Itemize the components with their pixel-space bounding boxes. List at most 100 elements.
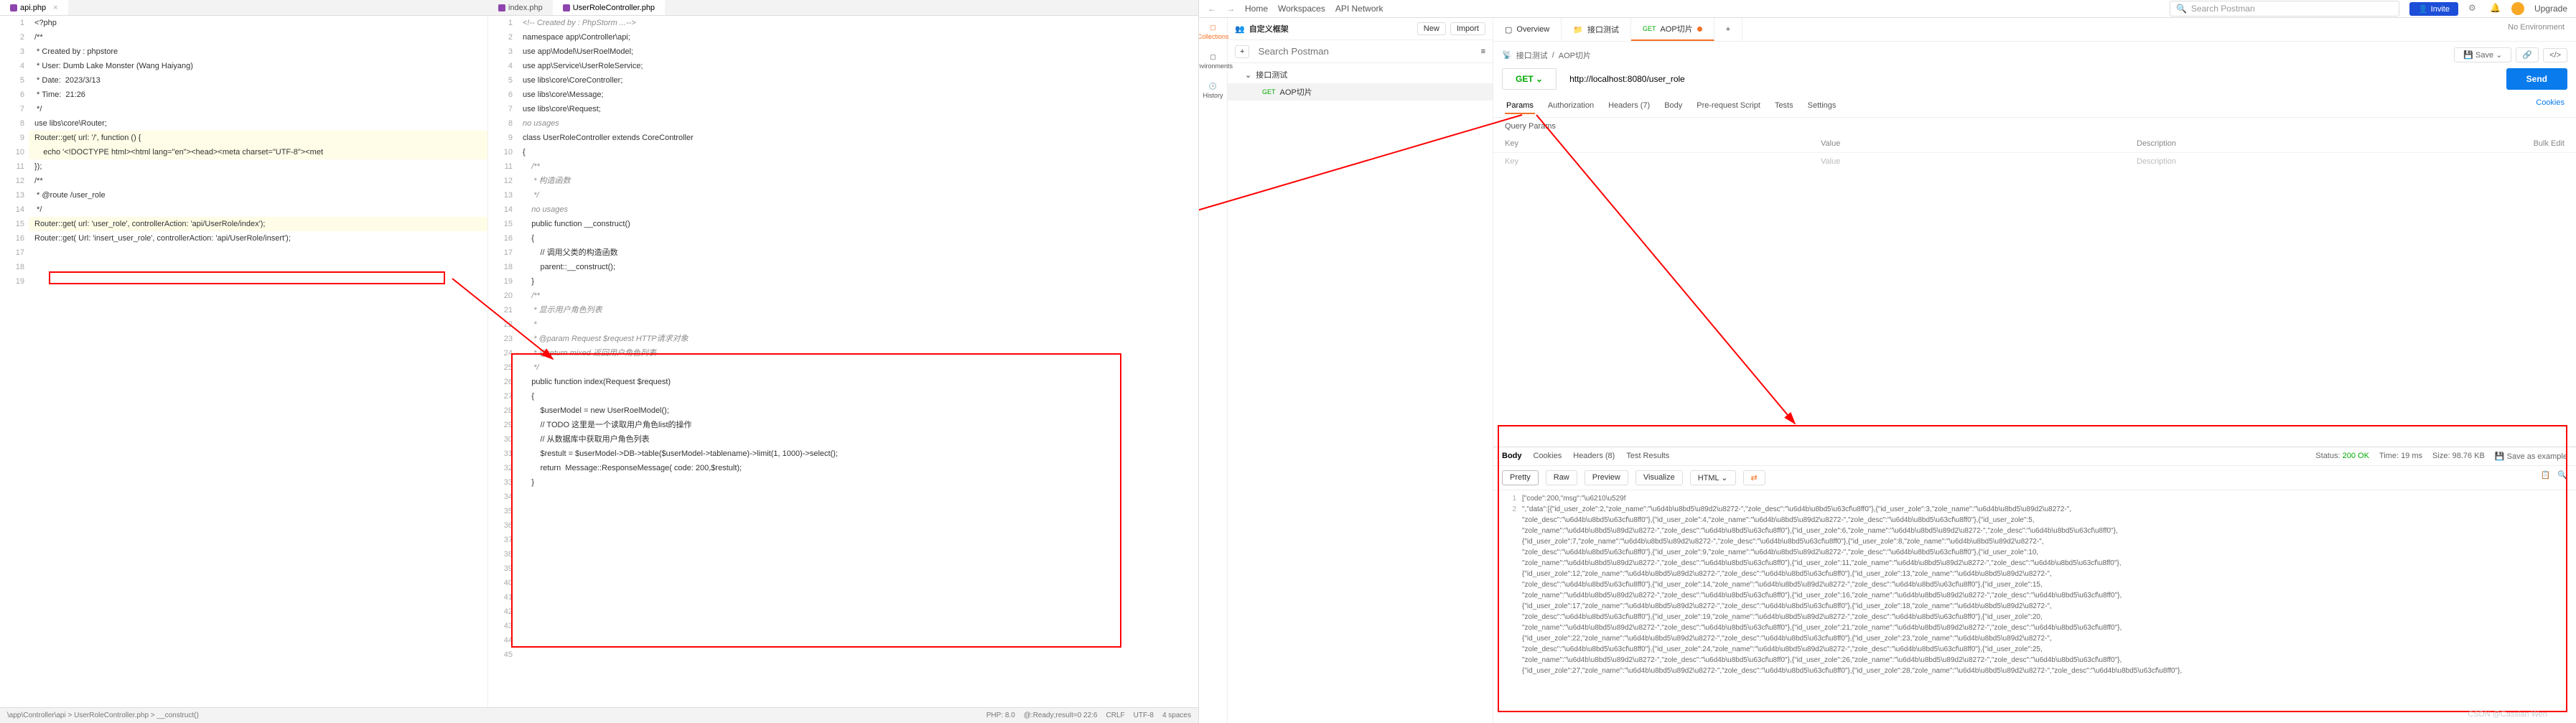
tab-add[interactable]: + [1714,18,1742,41]
search-resp-icon[interactable]: 🔍 [2557,470,2567,485]
save-example-button[interactable]: 💾 Save as example [2495,452,2567,461]
nav-workspaces[interactable]: Workspaces [1278,4,1325,14]
resp-tab-headers[interactable]: Headers (8) [1573,452,1615,460]
postman-topbar: ← → Home Workspaces API Network 🔍Search … [1199,0,2576,18]
status-ready: @:Ready;result=0 22:6 [1024,712,1098,719]
collections-panel: 👥 自定义框架 New Import + ≡ ⌄接口测试 GETAOP切片 [1228,18,1493,723]
postman-sidebar: ▢Collections ▢Environments 🕓History [1199,18,1228,723]
copy-icon[interactable]: 📋 [2541,470,2551,485]
collections-icon: ▢ [1210,24,1216,32]
tab-controller[interactable]: UserRoleController.php [553,0,665,15]
nav-fwd-icon[interactable]: → [1226,4,1235,14]
close-icon[interactable]: × [53,4,57,12]
php-icon [563,4,570,11]
method-select[interactable]: GET ⌄ [1502,68,1557,90]
collection-title[interactable]: 自定义框架 [1249,23,1413,34]
tab-params[interactable]: Params [1505,98,1535,114]
cookies-link[interactable]: Cookies [2536,98,2565,114]
param-key-input[interactable]: Key [1505,157,1821,166]
param-desc-input[interactable]: Description [2137,157,2565,166]
search-icon: 🔍 [2176,4,2187,14]
avatar[interactable] [2511,2,2524,15]
resp-tab-tests[interactable]: Test Results [1626,452,1669,460]
view-preview[interactable]: Preview [1585,470,1628,485]
request-tabs: ▢Overview 📁接口测试 GETAOP切片 + No Environmen… [1493,18,2576,42]
env-icon: ▢ [1210,53,1216,61]
save-button[interactable]: 💾 Save ⌄ [2454,47,2511,62]
share-icon[interactable]: 🔗 [2516,47,2539,62]
tree-request[interactable]: GETAOP切片 [1228,83,1493,101]
method-badge: GET [1262,88,1276,95]
history-icon: 🕓 [1209,83,1217,90]
status-php: PHP: 8.0 [986,712,1015,719]
tab-api-php[interactable]: api.php× [0,0,68,15]
status-bar: \app\Controller\api > UserRoleController… [0,707,1198,723]
method-badge: GET [1643,25,1656,32]
nav-api-network[interactable]: API Network [1335,4,1383,14]
status-badge: Status: 200 OK [2315,452,2369,461]
environment-selector[interactable]: No Environment [2496,18,2576,41]
collection-search[interactable] [1254,45,1476,58]
nav-home[interactable]: Home [1245,4,1268,14]
watermark: CSDN @Cassian Wen [2468,710,2547,719]
bulk-edit-link[interactable]: Bulk Edit [2534,139,2565,148]
chevron-down-icon: ⌄ [1245,70,1251,80]
tab-tests[interactable]: Tests [1773,98,1795,114]
status-enc[interactable]: UTF-8 [1134,712,1154,719]
filter-icon[interactable]: ≡ [1481,47,1485,56]
tab-prereq[interactable]: Pre-request Script [1695,98,1762,114]
resp-tab-cookies[interactable]: Cookies [1534,452,1562,460]
import-button[interactable]: Import [1450,22,1485,35]
sidebar-history[interactable]: 🕓History [1203,83,1223,99]
tab-request-aop[interactable]: GETAOP切片 [1631,18,1714,41]
invite-button[interactable]: 👤Invite [2409,2,2458,16]
tab-body[interactable]: Body [1663,98,1684,114]
tab-settings[interactable]: Settings [1806,98,1838,114]
notifications-icon[interactable]: 🔔 [2490,3,2501,14]
crumb-0[interactable]: 接口测试 [1516,50,1548,61]
resp-size: Size: 98.76 KB [2432,452,2485,461]
col-key: Key [1505,139,1821,148]
search-input[interactable]: 🔍Search Postman [2170,1,2399,17]
tab-folder[interactable]: 📁接口测试 [1562,18,1631,41]
status-spaces[interactable]: 4 spaces [1162,712,1191,719]
view-pretty[interactable]: Pretty [1502,470,1539,485]
format-select[interactable]: HTML ⌄ [1690,470,1736,485]
request-breadcrumb: 📡 接口测试 / AOP切片 💾 Save ⌄ 🔗 </> [1493,42,2576,62]
param-value-input[interactable]: Value [1821,157,2137,166]
editor-left-pane[interactable]: 12345678910111213141516171819<?php/** * … [0,0,488,723]
send-button[interactable]: Send [2506,68,2567,90]
tab-headers[interactable]: Headers (7) [1607,98,1651,114]
upgrade-button[interactable]: Upgrade [2534,4,2567,14]
breadcrumb: \app\Controller\api > UserRoleController… [7,712,199,719]
tree-folder[interactable]: ⌄接口测试 [1228,66,1493,83]
overview-icon: ▢ [1505,25,1512,34]
crumb-1[interactable]: AOP切片 [1559,50,1591,61]
save-icon: 💾 [2463,51,2473,60]
code-icon[interactable]: </> [2543,48,2567,62]
workspace-icon: 👥 [1235,24,1245,34]
tab-auth[interactable]: Authorization [1546,98,1595,114]
resp-tab-body[interactable]: Body [1502,452,1522,460]
editor-right-pane[interactable]: index.php UserRoleController.php 1234567… [488,0,1198,723]
http-icon: 📡 [1502,50,1512,60]
postman-main: ▢Overview 📁接口测试 GETAOP切片 + No Environmen… [1493,18,2576,723]
col-desc: Description [2137,139,2534,148]
url-input[interactable] [1562,69,2501,89]
response-panel: Body Cookies Headers (8) Test Results St… [1493,447,2576,723]
add-icon[interactable]: + [1235,45,1249,58]
wrap-icon[interactable]: ⇄ [1743,470,1765,485]
view-visualize[interactable]: Visualize [1635,470,1683,485]
resp-time: Time: 19 ms [2379,452,2422,461]
settings-icon[interactable]: ⚙ [2468,3,2480,14]
tab-overview[interactable]: ▢Overview [1493,18,1562,41]
sidebar-collections[interactable]: ▢Collections [1199,24,1229,40]
status-crlf[interactable]: CRLF [1106,712,1125,719]
nav-back-icon[interactable]: ← [1208,4,1216,14]
view-raw[interactable]: Raw [1546,470,1577,485]
new-button[interactable]: New [1417,22,1446,35]
tab-index-php[interactable]: index.php [488,0,553,15]
param-row-empty[interactable]: Key Value Description [1493,152,2576,170]
response-body[interactable]: 1["code":200,"msg":"\u6210\u529f2","data… [1493,490,2576,723]
query-params-label: Query Params [1493,118,2576,135]
